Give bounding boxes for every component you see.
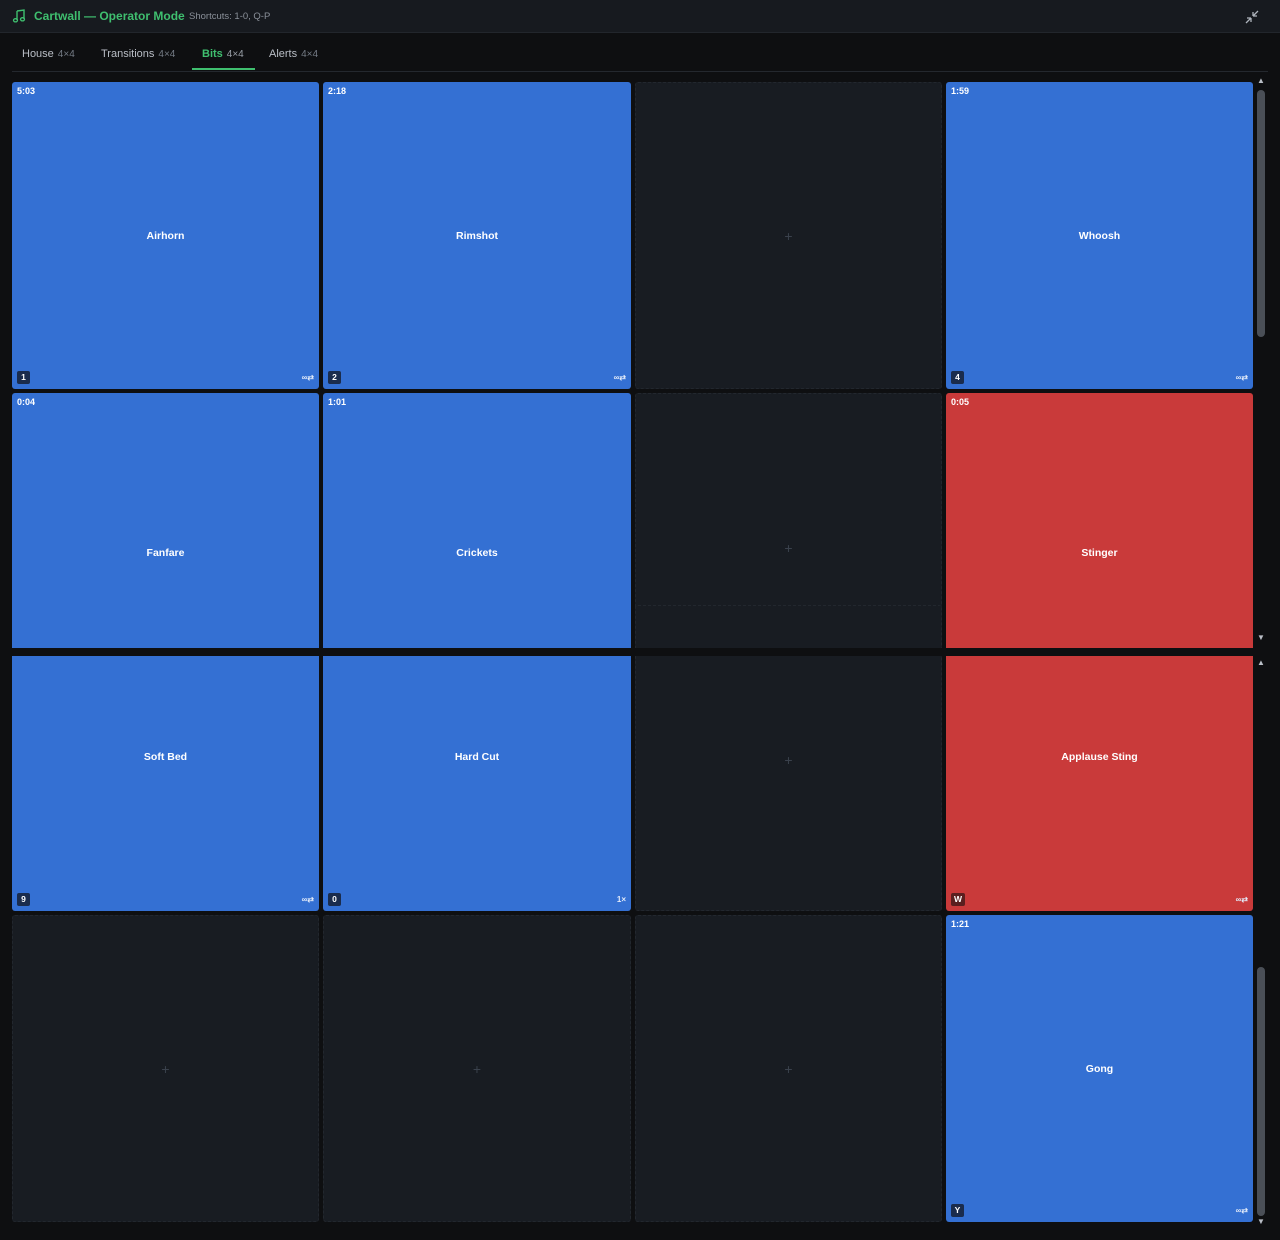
- pad-name: Hard Cut: [454, 751, 500, 763]
- add-pad-icon: +: [784, 752, 793, 768]
- pad-empty[interactable]: +: [323, 915, 631, 1222]
- loop-mode-icon: ∞⇄: [613, 373, 626, 382]
- pad-hotkey: Y: [951, 1204, 964, 1217]
- pad-duration: 0:05: [951, 397, 970, 407]
- active-tab-indicator: [192, 68, 255, 70]
- scrollbar-upper[interactable]: ▲ ▼: [1254, 75, 1268, 648]
- tab-label: House: [22, 48, 54, 60]
- add-pad-icon: +: [161, 1060, 170, 1077]
- loop-mode-icon: ∞⇄: [1235, 373, 1248, 382]
- shortcuts-hint: Shortcuts: 1-0, Q-P: [189, 11, 271, 22]
- add-pad-icon: +: [784, 1060, 793, 1077]
- pad-empty[interactable]: +: [635, 915, 942, 1222]
- pad-whoosh[interactable]: 1:59 Whoosh 4 ∞⇄: [946, 82, 1253, 389]
- pad-name: Crickets: [456, 547, 498, 559]
- loop-mode-icon: ∞⇄: [301, 373, 314, 382]
- loop-mode-icon: ∞⇄: [1235, 1206, 1248, 1215]
- music-note-icon: [12, 9, 26, 23]
- add-pad-icon: +: [784, 227, 793, 244]
- tab-size: 4×4: [158, 49, 176, 60]
- pad-empty[interactable]: +: [12, 915, 319, 1222]
- scrollbar-thumb[interactable]: [1257, 967, 1265, 1216]
- loop-mode-icon: ∞⇄: [1235, 895, 1248, 904]
- tab-size: 4×4: [226, 49, 244, 60]
- scroll-down-arrow[interactable]: ▼: [1256, 633, 1266, 643]
- pad-rimshot[interactable]: 2:18 Rimshot 2 ∞⇄: [323, 82, 631, 389]
- pad-name: Gong: [1085, 1062, 1114, 1075]
- collapse-icon[interactable]: [1243, 8, 1261, 26]
- pad-name: Rimshot: [456, 229, 498, 242]
- tab-bar: House 4×4 Transitions 4×4 Bits 4×4 Alerts 4×…: [0, 34, 1280, 75]
- pad-hotkey: 2: [328, 371, 341, 384]
- pad-grid: 5:03 Airhorn 1 ∞⇄ 2:18 Rimshot 2 ∞⇄ + 1:…: [0, 75, 1254, 1240]
- scroll-down-arrow[interactable]: ▼: [1256, 1217, 1266, 1227]
- tab-bits[interactable]: Bits 4×4: [202, 48, 244, 61]
- pad-hotkey: 4: [951, 371, 964, 384]
- pad-hotkey: 1: [17, 371, 30, 384]
- loop-mode-icon: ∞⇄: [301, 895, 314, 904]
- add-pad-icon: +: [784, 540, 793, 556]
- tab-divider: [12, 71, 1268, 72]
- tab-size: 4×4: [57, 49, 75, 60]
- title-bar: Cartwall — Operator Mode Shortcuts: 1-0,…: [0, 0, 1280, 33]
- pad-duration: 5:03: [17, 86, 36, 96]
- app-title: Cartwall — Operator Mode: [34, 9, 185, 23]
- tab-alerts[interactable]: Alerts 4×4: [269, 48, 318, 61]
- pad-airhorn[interactable]: 5:03 Airhorn 1 ∞⇄: [12, 82, 319, 389]
- pad-duration: 1:01: [328, 397, 347, 407]
- pad-name: Soft Bed: [143, 751, 188, 763]
- tab-transitions[interactable]: Transitions 4×4: [101, 48, 175, 61]
- tab-house[interactable]: House 4×4: [22, 48, 75, 61]
- scrollbar-thumb[interactable]: [1257, 90, 1265, 337]
- pad-hotkey: 0: [328, 893, 341, 906]
- pad-duration: 1:21: [951, 919, 970, 929]
- pad-name: Applause Sting: [1061, 751, 1138, 763]
- tab-label: Alerts: [269, 48, 298, 60]
- tab-label: Transitions: [101, 48, 155, 60]
- pad-gong[interactable]: 1:21 Gong Y ∞⇄: [946, 915, 1253, 1222]
- pad-empty[interactable]: +: [635, 82, 942, 389]
- pad-name: Fanfare: [146, 547, 185, 559]
- scrollbar-lower[interactable]: ▲ ▼: [1254, 656, 1268, 1232]
- pad-duration: 0:04: [17, 397, 36, 407]
- tab-label: Bits: [202, 48, 223, 60]
- view-divider: [0, 648, 1254, 656]
- pad-duration: 1:59: [951, 86, 970, 96]
- pad-name: Airhorn: [146, 229, 185, 242]
- pad-name: Whoosh: [1078, 229, 1121, 242]
- tab-size: 4×4: [301, 49, 319, 60]
- scroll-up-arrow[interactable]: ▲: [1256, 658, 1266, 668]
- add-pad-icon: +: [472, 1060, 482, 1077]
- scroll-up-arrow[interactable]: ▲: [1256, 76, 1266, 86]
- pad-duration: 2:18: [328, 86, 347, 96]
- pad-name: Stinger: [1081, 547, 1118, 559]
- pad-hotkey: 9: [17, 893, 30, 906]
- pad-hotkey: W: [951, 893, 966, 906]
- play-once-icon: 1×: [616, 895, 626, 904]
